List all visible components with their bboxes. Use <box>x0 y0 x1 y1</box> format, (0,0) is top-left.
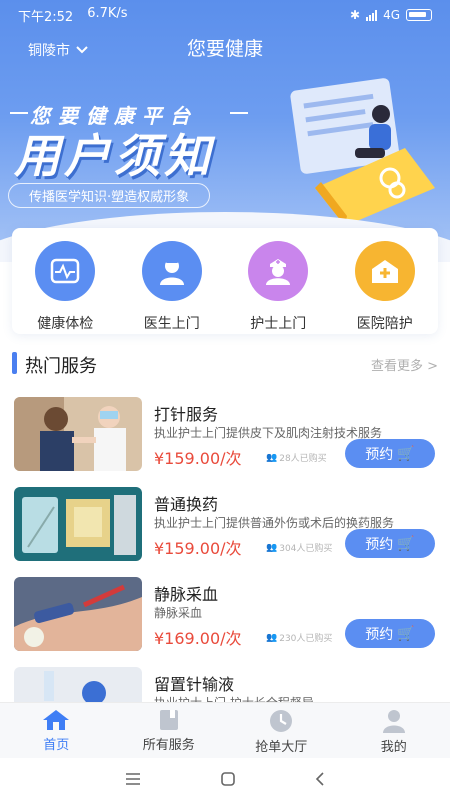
book-button[interactable]: 预约 🛒 <box>345 439 435 468</box>
decorative-line <box>230 112 248 114</box>
tab-home[interactable]: 首页 <box>0 703 113 758</box>
service-item[interactable]: 静脉采血 静脉采血 ¥169.00/次 👥 230人已购买 预约 🛒 <box>14 577 436 653</box>
hospital-icon <box>354 241 415 301</box>
service-image <box>14 487 142 561</box>
service-name: 普通换药 <box>154 495 219 514</box>
view-more-link[interactable]: 查看更多 > <box>371 355 438 374</box>
status-speed: 6.7K/s <box>87 5 128 21</box>
service-price: ¥159.00/次 <box>154 449 242 468</box>
clock-icon <box>270 710 293 732</box>
top-bar: 铜陵市 您要健康 <box>0 32 450 62</box>
section-title: 热门服务 <box>25 356 97 377</box>
banner-title[interactable]: 用户须知 <box>14 120 214 186</box>
status-time: 下午2:52 <box>18 9 74 25</box>
users-icon: 👥 <box>266 632 278 643</box>
hot-services-header: 热门服务 查看更多 > <box>12 350 438 377</box>
network-type: 4G <box>383 8 400 22</box>
nurse-icon <box>248 241 309 301</box>
doctor-icon <box>141 241 202 301</box>
health-checkup-icon <box>35 241 96 301</box>
tab-label: 我的 <box>380 740 407 755</box>
service-price: ¥159.00/次 <box>154 539 242 558</box>
users-icon: 👥 <box>266 542 278 553</box>
service-image <box>14 397 142 471</box>
category-card: 健康体检 医生上门 护士上门 医院陪护 <box>12 228 438 334</box>
bluetooth-icon: ✱ <box>350 8 361 22</box>
user-icon <box>382 710 405 733</box>
page-title: 您要健康 <box>186 38 263 60</box>
carousel-indicator[interactable] <box>221 212 227 218</box>
tab-all-services[interactable]: 所有服务 <box>113 703 226 758</box>
banner-subtitle: 传播医学知识·塑造权威形象 <box>8 183 211 208</box>
back-icon[interactable] <box>315 772 325 786</box>
category-label: 健康体检 <box>37 316 94 332</box>
tab-label: 抢单大厅 <box>255 740 308 755</box>
category-label: 护士上门 <box>250 316 307 332</box>
category-label: 医生上门 <box>143 316 200 332</box>
battery-icon <box>406 9 432 21</box>
service-item[interactable]: 普通换药 执业护士上门提供普通外伤或术后的换药服务 ¥159.00/次 👥 304… <box>14 487 436 563</box>
service-name: 打针服务 <box>154 405 219 424</box>
cart-icon: 🛒 <box>397 625 415 642</box>
menu-icon[interactable] <box>125 773 141 785</box>
status-bar: 下午2:52 6.7K/s ✱ 4G <box>0 0 450 30</box>
tab-order-hall[interactable]: 抢单大厅 <box>225 703 338 758</box>
service-image <box>14 577 142 651</box>
category-hospital-escort[interactable]: 医院陪护 <box>332 228 439 334</box>
book-button[interactable]: 预约 🛒 <box>345 619 435 648</box>
bottom-tab-bar: 首页 所有服务 抢单大厅 我的 <box>0 702 450 758</box>
book-button[interactable]: 预约 🛒 <box>345 529 435 558</box>
users-icon: 👥 <box>266 452 278 463</box>
purchase-count: 👥 230人已购买 <box>266 632 333 645</box>
book-icon <box>159 710 178 730</box>
purchase-count: 👥 304人已购买 <box>266 542 333 555</box>
tab-label: 所有服务 <box>142 738 195 753</box>
home-square-icon[interactable] <box>221 772 235 786</box>
section-accent-bar <box>12 352 17 374</box>
signal-icon <box>366 9 378 21</box>
tab-profile[interactable]: 我的 <box>338 703 450 758</box>
category-nurse-visit[interactable]: 护士上门 <box>225 228 332 334</box>
service-name: 静脉采血 <box>154 585 219 604</box>
decorative-line <box>10 112 28 114</box>
service-price: ¥169.00/次 <box>154 629 242 648</box>
service-item[interactable]: 打针服务 执业护士上门提供皮下及肌肉注射技术服务 ¥159.00/次 👥 28人已… <box>14 397 436 473</box>
hero-banner-area: 下午2:52 6.7K/s ✱ 4G 铜陵市 您要健康 您要健康平台 用户须知 … <box>0 0 450 262</box>
category-doctor-visit[interactable]: 医生上门 <box>119 228 226 334</box>
tab-label: 首页 <box>43 738 70 753</box>
category-label: 医院陪护 <box>356 316 413 332</box>
cart-icon: 🛒 <box>397 445 415 462</box>
category-health-checkup[interactable]: 健康体检 <box>12 228 119 334</box>
purchase-count: 👥 28人已购买 <box>266 452 327 465</box>
banner-illustration <box>290 78 435 226</box>
system-navigation-bar <box>0 758 450 800</box>
home-icon <box>43 710 70 730</box>
cart-icon: 🛒 <box>397 535 415 552</box>
service-name: 留置针输液 <box>154 675 235 694</box>
